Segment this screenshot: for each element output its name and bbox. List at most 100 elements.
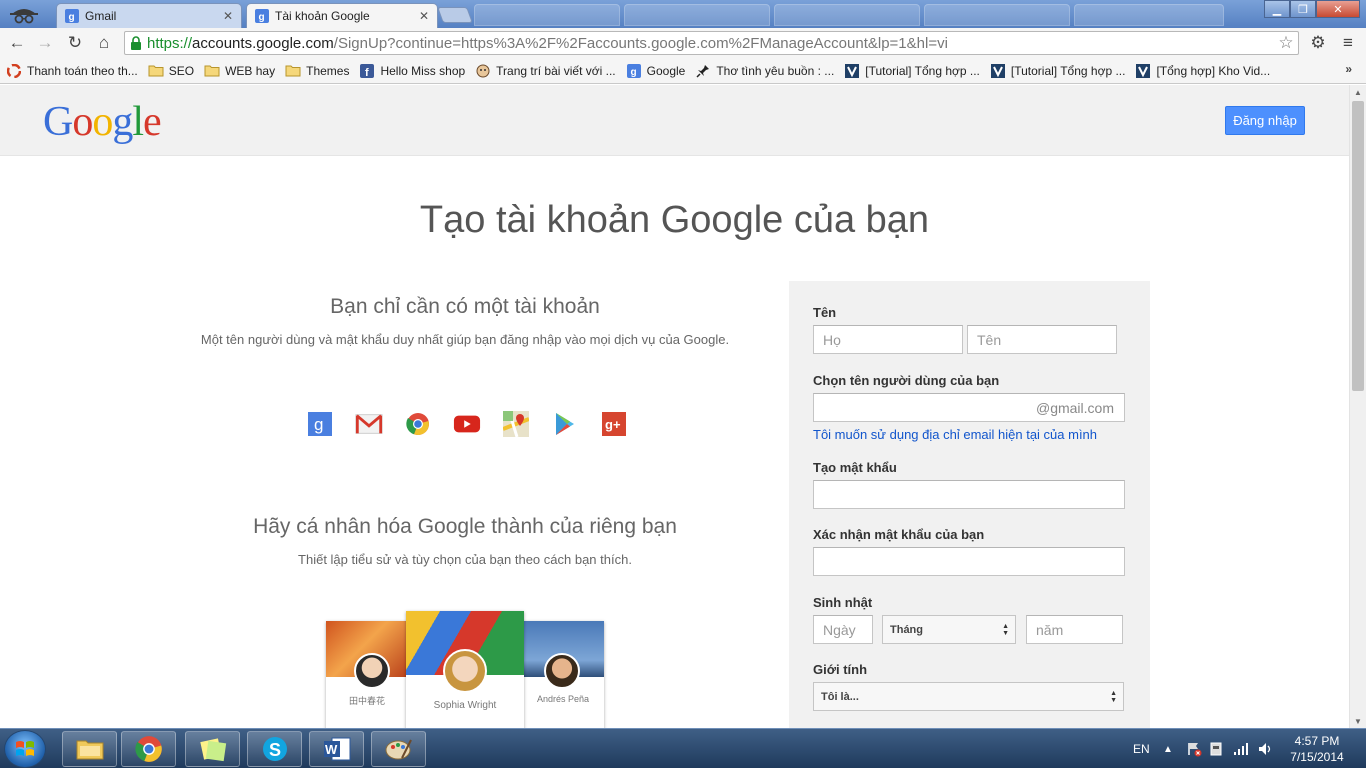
- select-arrows-icon: ▲ ▼: [1002, 623, 1009, 637]
- taskbar-explorer[interactable]: [62, 731, 117, 767]
- home-icon[interactable]: ⌂: [93, 32, 115, 54]
- scroll-thumb[interactable]: [1352, 101, 1364, 391]
- bookmark-folder[interactable]: Themes: [285, 63, 349, 79]
- profile-cards-illustration: 田中春花 Andrés Peña Sophia Wright: [324, 611, 606, 728]
- new-tab-button[interactable]: [437, 7, 473, 23]
- bookmark-item[interactable]: [Tutorial] Tổng hợp ...: [990, 63, 1126, 79]
- close-tab-icon[interactable]: ✕: [419, 9, 429, 23]
- sticky-notes-icon: [199, 738, 226, 762]
- use-existing-email-link[interactable]: Tôi muốn sử dụng địa chỉ email hiện tại …: [813, 427, 1097, 442]
- url-text: https://accounts.google.com/SignUp?conti…: [147, 35, 1274, 52]
- birthday-label: Sinh nhật: [813, 595, 873, 610]
- bookmark-label: Thơ tình yêu buồn : ...: [716, 63, 835, 78]
- youtube-icon: [453, 411, 481, 437]
- blurred-tab[interactable]: [624, 4, 770, 26]
- swirl-icon: [6, 63, 22, 79]
- folder-icon: [204, 63, 220, 79]
- selected-value: Tháng: [890, 623, 923, 636]
- password-label: Tạo mật khẩu: [813, 460, 897, 475]
- bookmark-label: WEB hay: [225, 63, 276, 78]
- window-controls: ▁ ❐ ✕: [1264, 0, 1360, 18]
- tab-gmail[interactable]: g Gmail ✕: [56, 3, 242, 28]
- confirm-password-input[interactable]: [813, 547, 1125, 576]
- google-logo[interactable]: Google: [43, 98, 162, 146]
- gender-select[interactable]: Tôi là... ▲ ▼: [813, 682, 1124, 711]
- facebook-icon: f: [359, 63, 375, 79]
- bookmarks-overflow-chevron-icon[interactable]: »: [1345, 62, 1352, 76]
- close-tab-icon[interactable]: ✕: [223, 9, 233, 23]
- svg-text:g: g: [259, 12, 265, 23]
- taskbar-chrome[interactable]: [121, 731, 176, 767]
- select-arrows-icon: ▲ ▼: [1110, 690, 1117, 704]
- svg-text:g: g: [314, 415, 323, 434]
- tab-google-account[interactable]: g Tài khoản Google ✕: [246, 3, 438, 28]
- svg-text:S: S: [269, 740, 281, 760]
- google-favicon-icon: g: [255, 9, 269, 23]
- gmail-icon: [355, 411, 383, 437]
- blurred-tab[interactable]: [1074, 4, 1224, 26]
- blurred-tab[interactable]: [924, 4, 1070, 26]
- bookmark-folder[interactable]: SEO: [148, 63, 194, 79]
- last-name-input[interactable]: Họ: [813, 325, 963, 354]
- bookmark-item[interactable]: f Hello Miss shop: [359, 63, 465, 79]
- bookmark-label: [Tutorial] Tổng hợp ...: [865, 63, 980, 78]
- scroll-up-arrow-icon[interactable]: ▲: [1350, 85, 1366, 99]
- bookmark-label: [Tutorial] Tổng hợp ...: [1010, 63, 1126, 78]
- bookmark-folder[interactable]: WEB hay: [204, 63, 275, 79]
- bookmark-label: SEO: [168, 63, 195, 78]
- bookmark-item[interactable]: g Google: [626, 63, 685, 79]
- vertical-scrollbar[interactable]: ▲ ▼: [1349, 85, 1366, 728]
- minimize-icon[interactable]: ▁: [1264, 0, 1290, 18]
- blurred-tab[interactable]: [474, 4, 620, 26]
- bookmark-item[interactable]: Trang trí bài viết với ...: [475, 63, 616, 79]
- bookmark-item[interactable]: Thơ tình yêu buồn : ...: [695, 63, 834, 79]
- reload-icon[interactable]: ↻: [64, 32, 86, 54]
- bookmark-item[interactable]: [Tutorial] Tổng hợp ...: [844, 63, 980, 79]
- windows-taskbar: S W EN ▲ 4:57 PM 7/15/2014: [0, 728, 1366, 768]
- menu-icon[interactable]: ≡: [1337, 32, 1359, 54]
- action-center-flag-icon[interactable]: [1186, 729, 1202, 768]
- birth-month-select[interactable]: Tháng ▲ ▼: [882, 615, 1016, 644]
- product-icons: g g+: [306, 411, 649, 437]
- placeholder: Ngày: [823, 621, 856, 638]
- taskbar-paint[interactable]: [371, 731, 426, 767]
- taskbar-skype[interactable]: S: [247, 731, 302, 767]
- volume-icon[interactable]: [1258, 729, 1274, 768]
- profile-card: Sophia Wright: [406, 611, 524, 728]
- taskbar-sticky-notes[interactable]: [185, 731, 240, 767]
- forward-arrow-icon[interactable]: →: [34, 32, 56, 54]
- bookmark-star-icon[interactable]: ☆: [1274, 33, 1298, 53]
- first-name-input[interactable]: Tên: [967, 325, 1117, 354]
- device-icon[interactable]: [1209, 729, 1223, 768]
- sign-in-button[interactable]: Đăng nhập: [1225, 106, 1305, 135]
- show-hidden-icons[interactable]: ▲: [1163, 729, 1173, 768]
- password-input[interactable]: [813, 480, 1125, 509]
- birth-year-input[interactable]: năm: [1026, 615, 1123, 644]
- url-host: accounts.google.com: [192, 34, 334, 52]
- v-icon: [844, 63, 860, 79]
- bookmark-label: [Tổng hợp] Kho Vid...: [1156, 63, 1271, 78]
- birth-day-input[interactable]: Ngày: [813, 615, 873, 644]
- blurred-tab[interactable]: [774, 4, 920, 26]
- close-window-icon[interactable]: ✕: [1316, 0, 1360, 18]
- selected-value: Tôi là...: [821, 690, 859, 703]
- maximize-icon[interactable]: ❐: [1290, 0, 1316, 18]
- avatar: [443, 649, 487, 693]
- start-button[interactable]: [4, 730, 46, 768]
- language-indicator[interactable]: EN: [1133, 729, 1150, 768]
- scroll-down-arrow-icon[interactable]: ▼: [1350, 714, 1366, 728]
- bookmark-item[interactable]: [Tổng hợp] Kho Vid...: [1135, 63, 1270, 79]
- taskbar-word[interactable]: W: [309, 731, 364, 767]
- bookmark-item[interactable]: Thanh toán theo th...: [6, 63, 138, 79]
- placeholder: năm: [1036, 621, 1064, 638]
- network-signal-icon[interactable]: [1233, 729, 1249, 768]
- system-clock[interactable]: 4:57 PM 7/15/2014: [1283, 733, 1351, 765]
- pin-icon: [695, 63, 711, 79]
- bookmarks-bar: Thanh toán theo th... SEO WEB hay Themes…: [0, 58, 1366, 84]
- address-bar[interactable]: https://accounts.google.com/SignUp?conti…: [124, 31, 1299, 55]
- username-input[interactable]: @gmail.com: [813, 393, 1125, 422]
- v-icon: [1135, 63, 1151, 79]
- back-arrow-icon[interactable]: ←: [6, 32, 28, 54]
- extension-gear-icon[interactable]: ⚙: [1307, 32, 1329, 54]
- incognito-icon: [10, 9, 38, 24]
